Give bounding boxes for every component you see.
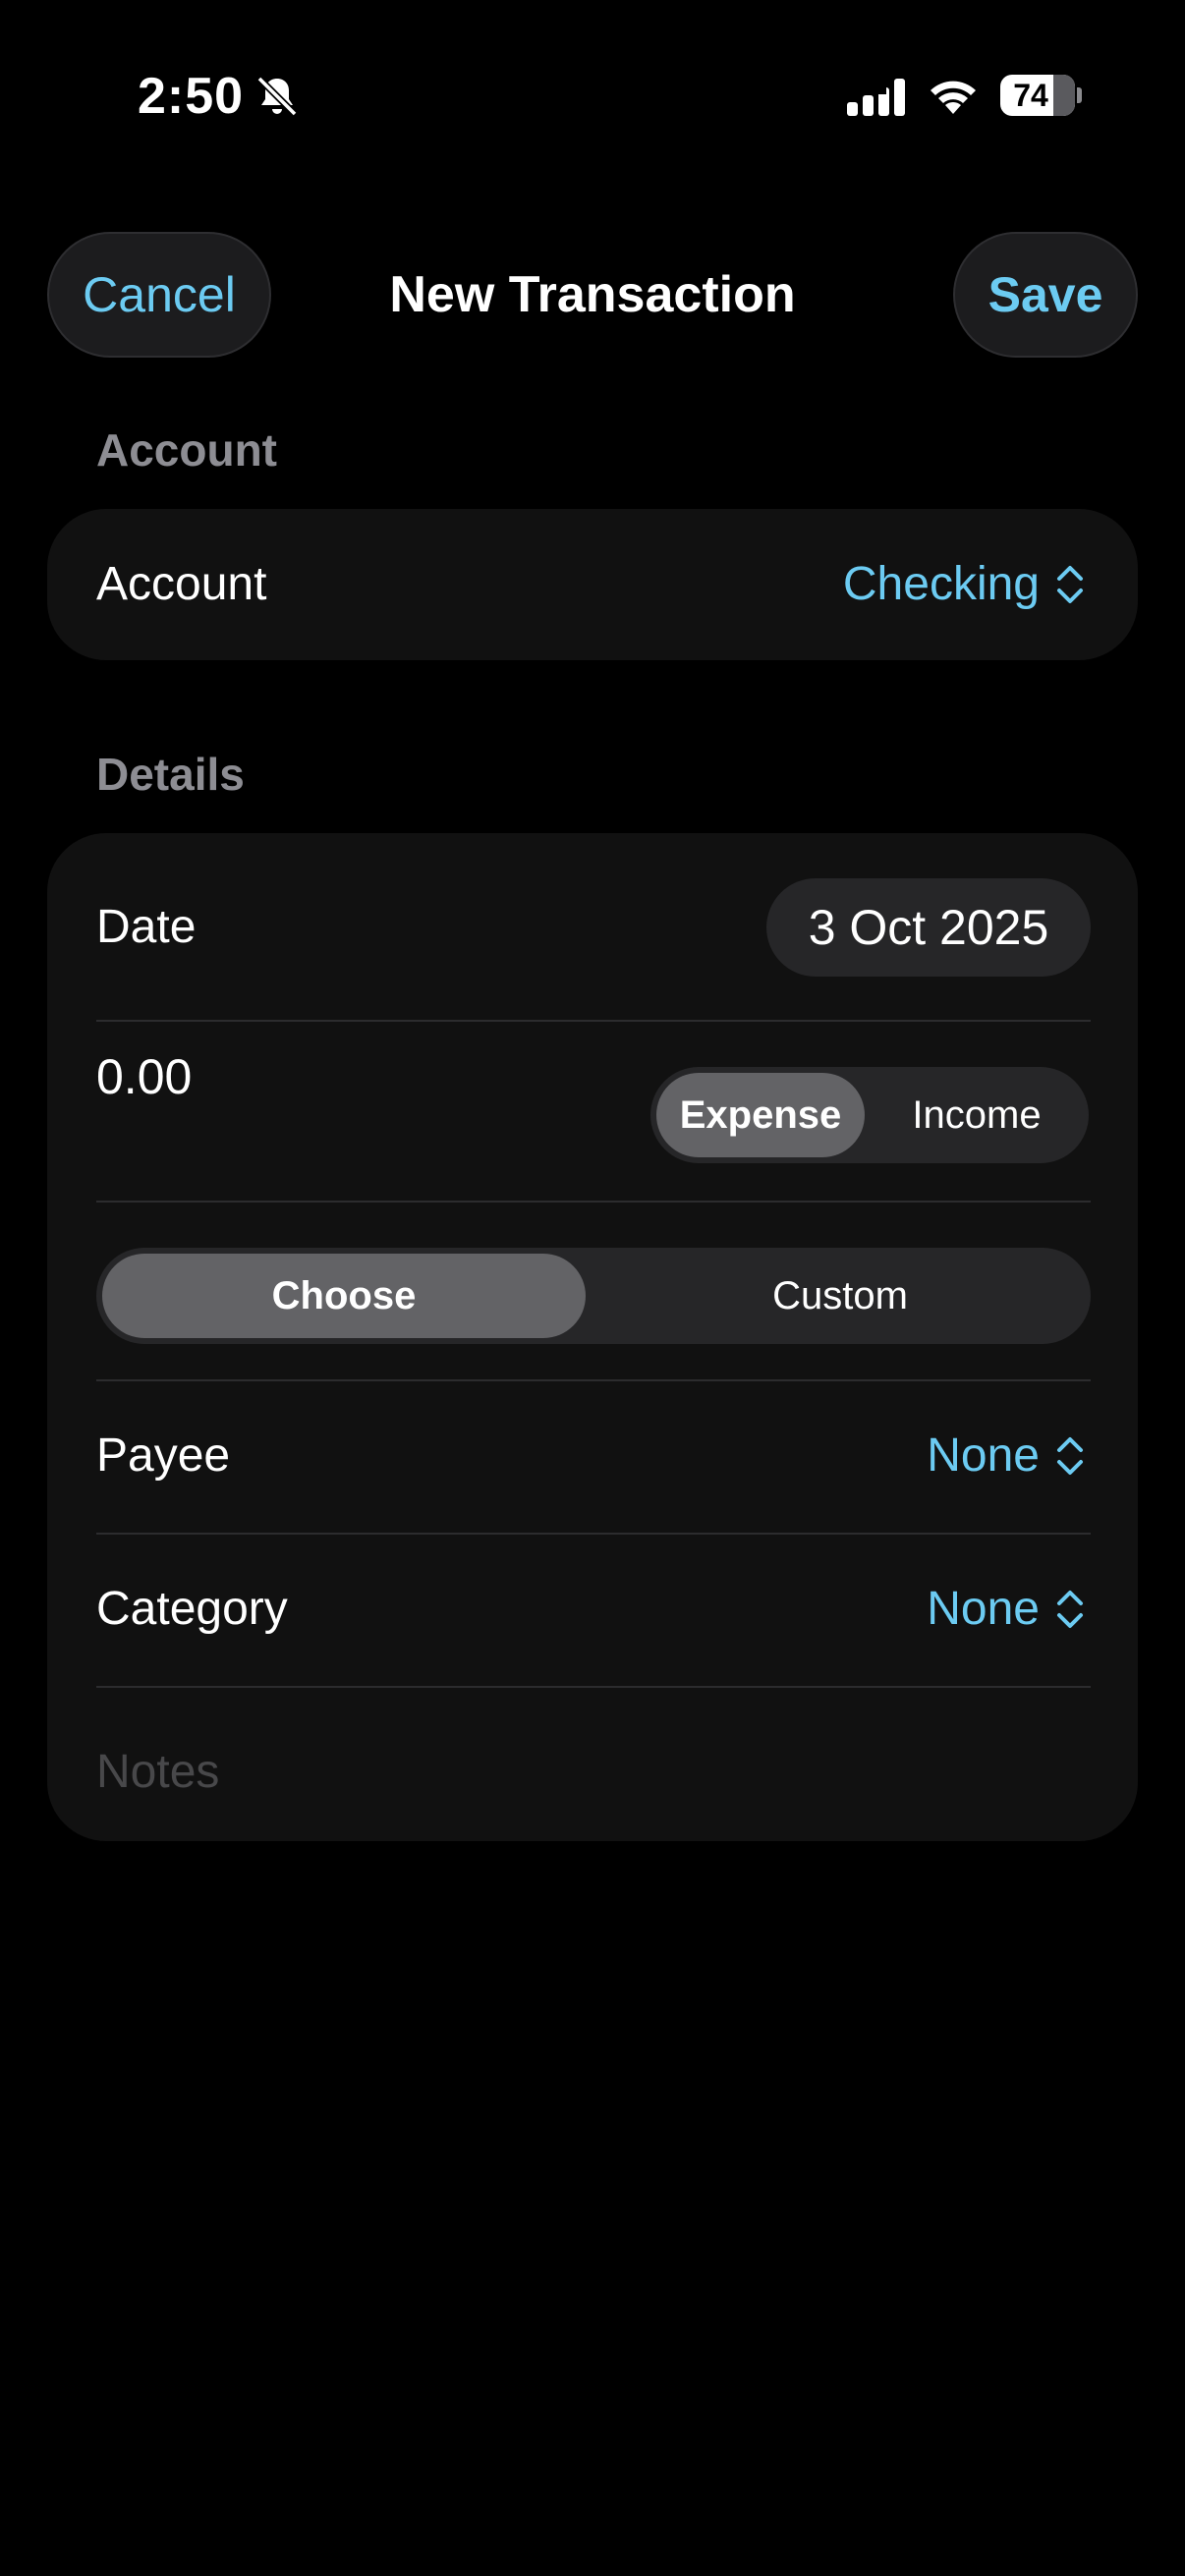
account-section-header: Account [96,424,277,476]
cancel-button[interactable]: Cancel [47,232,271,358]
divider [96,1201,1091,1203]
account-label: Account [96,558,267,610]
wifi-icon [931,81,976,114]
notes-field[interactable]: Notes [96,1743,219,1802]
category-row[interactable]: Category None [47,1535,1138,1686]
payee-mode-control: Choose Custom [96,1248,1091,1344]
bell-slash-icon [256,76,298,117]
custom-segment[interactable]: Custom [595,1254,1085,1338]
divider [96,1686,1091,1688]
income-segment[interactable]: Income [871,1073,1083,1157]
divider [96,1020,1091,1022]
cellular-signal-icon [847,79,905,116]
battery-nub [1077,87,1082,103]
account-value: Checking [842,558,1040,610]
details-card: Date 3 Oct 2025 0.00 Expense Income Choo… [47,833,1138,1841]
payee-label: Payee [96,1429,231,1482]
page-title: New Transaction [389,266,796,323]
status-time: 2:50 [138,68,245,125]
chevron-up-down-icon [1057,566,1083,603]
details-section-header: Details [96,749,245,800]
battery-level: 74 [1013,78,1048,113]
transaction-type-control: Expense Income [650,1067,1089,1163]
payee-value: None [927,1429,1040,1482]
category-value: None [927,1583,1040,1635]
account-card: Account Checking [47,509,1138,660]
expense-segment[interactable]: Expense [656,1073,865,1157]
battery-icon: 74 [1000,75,1075,116]
category-label: Category [96,1583,288,1635]
payee-row[interactable]: Payee None [47,1381,1138,1533]
chevron-up-down-icon [1057,1437,1083,1475]
chevron-up-down-icon [1057,1591,1083,1628]
account-row[interactable]: Account Checking [47,509,1138,660]
account-picker[interactable]: Checking [843,555,1087,614]
category-picker[interactable]: None [927,1580,1087,1639]
date-label: Date [96,901,197,953]
payee-picker[interactable]: None [927,1427,1087,1485]
save-button[interactable]: Save [953,232,1138,358]
date-picker[interactable]: 3 Oct 2025 [766,878,1091,977]
amount-field[interactable]: 0.00 [96,1047,192,1106]
status-bar: 2:50 74 [0,0,1185,187]
choose-segment[interactable]: Choose [102,1254,586,1338]
